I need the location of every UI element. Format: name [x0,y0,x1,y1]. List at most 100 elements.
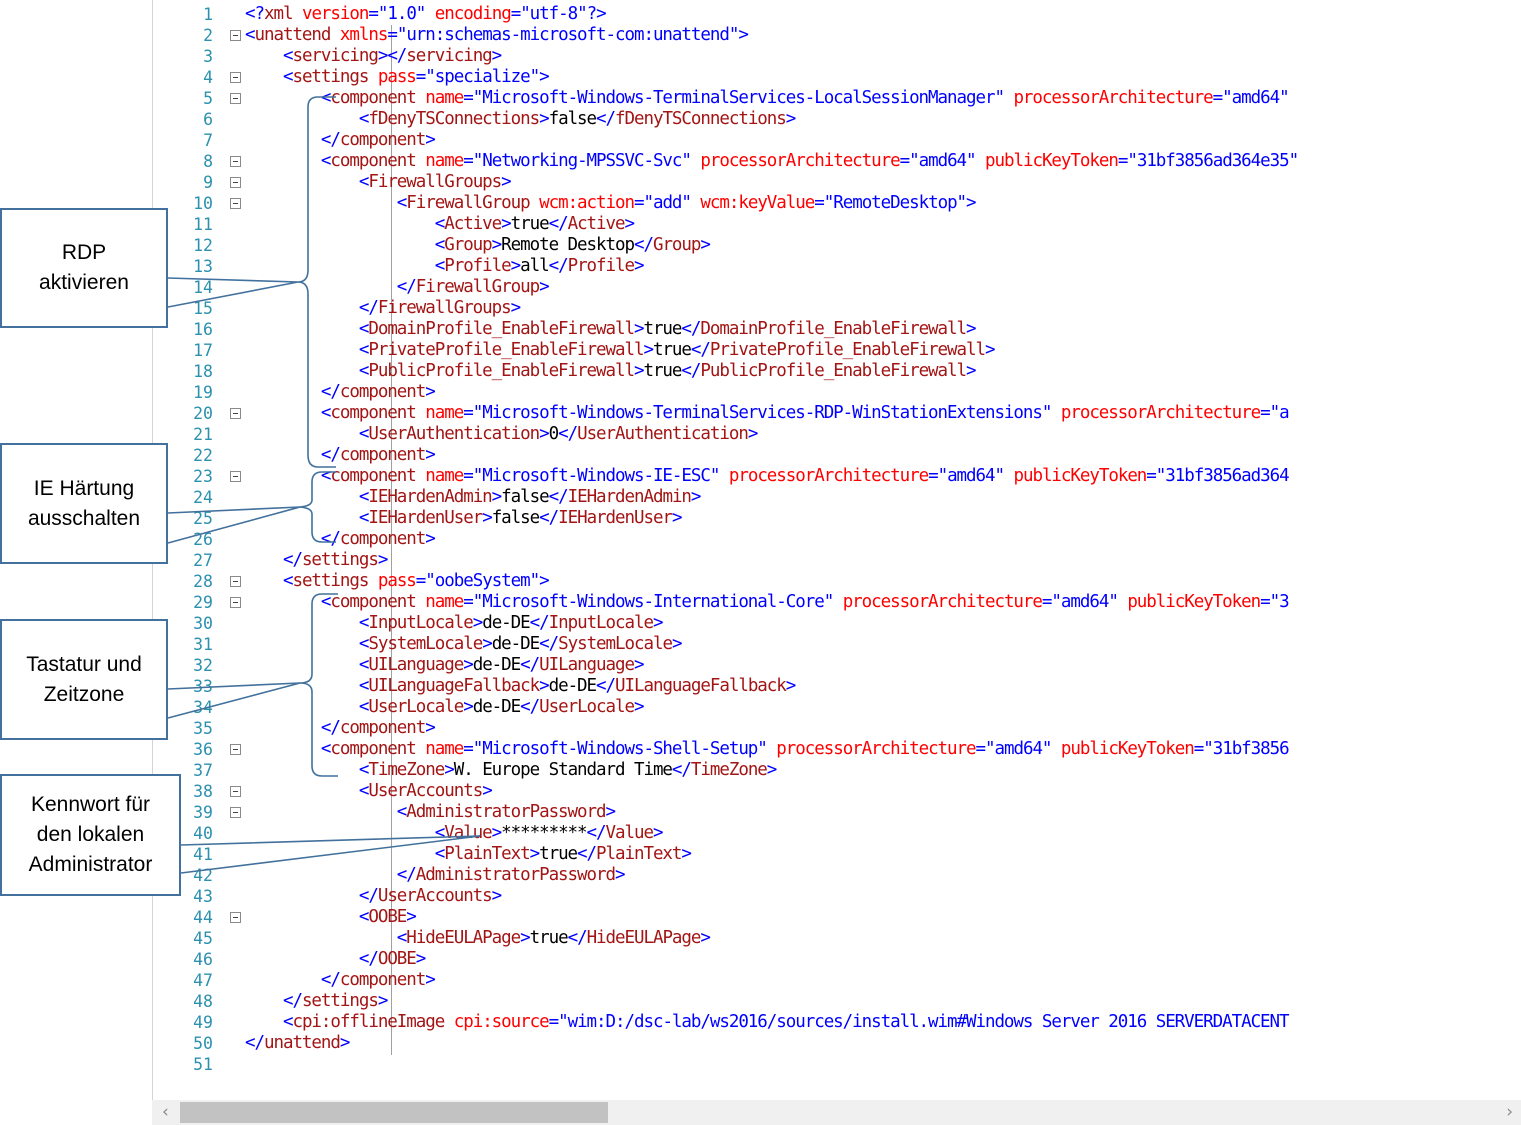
collapse-icon[interactable] [230,576,241,587]
code-line[interactable]: 3 <servicing></servicing> [153,46,1521,67]
code-token: = [975,739,986,759]
code-line[interactable]: 25 <IEHardenUser>false</IEHardenUser> [153,508,1521,529]
code-token: InputLocale [368,613,473,633]
code-line[interactable]: 28 <settings pass="oobeSystem"> [153,571,1521,592]
collapse-icon[interactable] [230,408,241,419]
code-line[interactable]: 45 <HideEULAPage>true</HideEULAPage> [153,928,1521,949]
code-token: PrivateProfile_EnableFirewall [368,340,644,360]
collapse-icon[interactable] [230,30,241,41]
code-line[interactable]: 37 <TimeZone>W. Europe Standard Time</Ti… [153,760,1521,781]
code-line[interactable]: 49 <cpi:offlineImage cpi:source="wim:D:/… [153,1012,1521,1033]
code-line[interactable]: 33 <UILanguageFallback>de-DE</UILanguage… [153,676,1521,697]
code-line[interactable]: 42 </AdministratorPassword> [153,865,1521,886]
collapse-icon[interactable] [230,93,241,104]
code-token: 0 [548,424,559,444]
collapse-icon[interactable] [230,471,241,482]
code-line[interactable]: 29 <component name="Microsoft-Windows-In… [153,592,1521,613]
collapse-icon[interactable] [230,72,241,83]
code-line[interactable]: 44 <OOBE> [153,907,1521,928]
code-token: "31bf3856ad364 [1155,466,1290,486]
code-token: settings [292,571,369,591]
code-line[interactable]: 9 <FirewallGroups> [153,172,1521,193]
scrollbar-thumb[interactable] [180,1102,608,1123]
code-line[interactable]: 14 </FirewallGroup> [153,277,1521,298]
code-line[interactable]: 15 </FirewallGroups> [153,298,1521,319]
code-line[interactable]: 51 [153,1054,1521,1075]
code-line[interactable]: 20 <component name="Microsoft-Windows-Te… [153,403,1521,424]
code-line[interactable]: 2 <unattend xmlns="urn:schemas-microsoft-… [153,25,1521,46]
code-token: Value [605,823,654,843]
code-line[interactable]: 26 </component> [153,529,1521,550]
collapse-icon[interactable] [230,786,241,797]
code-line[interactable]: 47 </component> [153,970,1521,991]
code-token: > [681,844,691,864]
code-line[interactable]: 36 <component name="Microsoft-Windows-Sh… [153,739,1521,760]
code-text: <PlainText>true</PlainText> [245,844,692,865]
code-token: component [330,592,416,612]
code-line[interactable]: 11 <Active>true</Active> [153,214,1521,235]
collapse-icon[interactable] [230,156,241,167]
code-line[interactable]: 30 <InputLocale>de-DE</InputLocale> [153,613,1521,634]
code-token: < [358,487,369,507]
code-line[interactable]: 10 <FirewallGroup wcm:action="add" wcm:k… [153,193,1521,214]
code-token: pass [377,571,417,591]
collapse-icon[interactable] [230,177,241,188]
code-token: de-DE [472,697,521,717]
scroll-right-arrow-icon[interactable]: › [1506,1102,1513,1122]
code-token: DomainProfile_EnableFirewall [368,319,635,339]
code-line[interactable]: 24 <IEHardenAdmin>false</IEHardenAdmin> [153,487,1521,508]
callout-rdp-text: RDP aktivieren [39,238,129,298]
code-line[interactable]: 23 <component name="Microsoft-Windows-IE… [153,466,1521,487]
code-token: > [700,235,710,255]
code-line[interactable]: 19 </component> [153,382,1521,403]
code-line[interactable]: 35 </component> [153,718,1521,739]
collapse-icon[interactable] [230,597,241,608]
code-line[interactable]: 48 </settings> [153,991,1521,1012]
code-token: </ [320,130,341,150]
code-token: fDenyTSConnections [368,109,540,129]
code-line[interactable]: 18 <PublicProfile_EnableFirewall>true</P… [153,361,1521,382]
code-line[interactable]: 39 <AdministratorPassword> [153,802,1521,823]
scroll-left-arrow-icon[interactable]: ‹ [162,1102,169,1122]
code-line[interactable]: 46 </OOBE> [153,949,1521,970]
code-line[interactable]: 8 <component name="Networking-MPSSVC-Svc… [153,151,1521,172]
code-line[interactable]: 13 <Profile>all</Profile> [153,256,1521,277]
code-line[interactable]: 31 <SystemLocale>de-DE</SystemLocale> [153,634,1521,655]
code-token: IEHardenUser [558,508,673,528]
line-number: 7 [203,131,213,150]
code-token: component [330,466,416,486]
code-line[interactable]: 6 <fDenyTSConnections>false</fDenyTSConn… [153,109,1521,130]
code-line[interactable]: 43 </UserAccounts> [153,886,1521,907]
code-line[interactable]: 1 <?xml version="1.0" encoding="utf-8"?> [153,4,1521,25]
code-line[interactable]: 12 <Group>Remote Desktop</Group> [153,235,1521,256]
code-line[interactable]: 7 </component> [153,130,1521,151]
code-line[interactable]: 27 </settings> [153,550,1521,571]
code-line[interactable]: 40 <Value>*********</Value> [153,823,1521,844]
code-line[interactable]: 21 <UserAuthentication>0</UserAuthentica… [153,424,1521,445]
code-line[interactable]: 50 </unattend> [153,1033,1521,1054]
collapse-icon[interactable] [230,198,241,209]
collapse-icon[interactable] [230,744,241,755]
xml-editor[interactable]: 1 <?xml version="1.0" encoding="utf-8"?> 2… [152,0,1521,1100]
code-line[interactable]: 32 <UILanguage>de-DE</UILanguage> [153,655,1521,676]
code-line[interactable]: 34 <UserLocale>de-DE</UserLocale> [153,697,1521,718]
horizontal-scrollbar[interactable]: ‹ › [152,1100,1521,1125]
code-token: </ [520,697,540,717]
code-line[interactable]: 38 <UserAccounts> [153,781,1521,802]
code-line[interactable]: 22 </component> [153,445,1521,466]
collapse-icon[interactable] [230,807,241,818]
code-token: "31bf3856 [1203,739,1289,759]
collapse-icon[interactable] [230,912,241,923]
code-line[interactable]: 4 <settings pass="specialize"> [153,67,1521,88]
code-token: component [339,130,426,150]
code-line[interactable]: 5 <component name="Microsoft-Windows-Ter… [153,88,1521,109]
code-token: UILanguage [368,655,464,675]
code-line[interactable]: 16 <DomainProfile_EnableFirewall>true</D… [153,319,1521,340]
code-line[interactable]: 41 <PlainText>true</PlainText> [153,844,1521,865]
code-line[interactable]: 17 <PrivateProfile_EnableFirewall>true</… [153,340,1521,361]
